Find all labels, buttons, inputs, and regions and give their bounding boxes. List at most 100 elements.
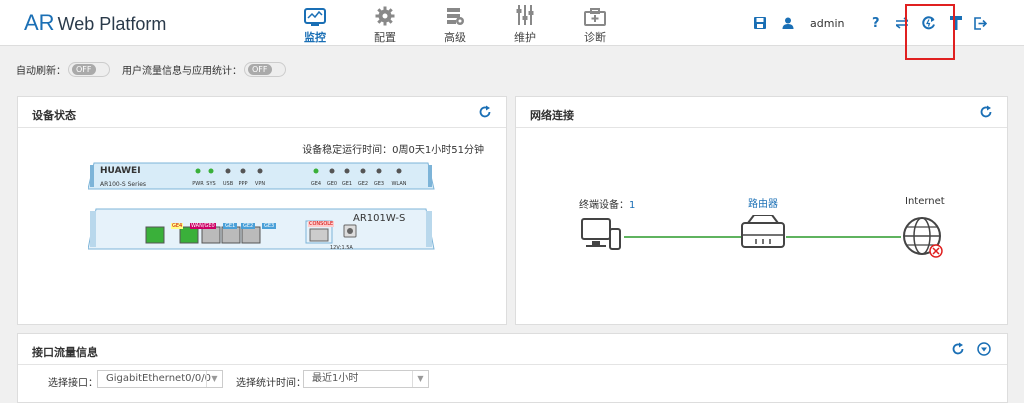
port-ge3[interactable] xyxy=(241,226,261,244)
terminal-label[interactable]: 终端设备：1 xyxy=(579,196,635,211)
led-vpn xyxy=(257,168,263,174)
help-icon[interactable]: ? xyxy=(872,13,880,33)
led-wlan xyxy=(396,168,402,174)
port-tag-ge4: GE4 xyxy=(171,223,184,229)
led-ge3 xyxy=(376,168,382,174)
nav-advanced-label: 高级 xyxy=(444,31,466,44)
router-series: AR100-S Series xyxy=(100,181,147,188)
header-tools: admin ? xyxy=(734,13,1024,33)
led-label-ge3: GE3 xyxy=(373,181,385,187)
monitor-icon xyxy=(280,4,350,26)
time-select[interactable]: 最近1小时 ▼ xyxy=(303,370,429,388)
nav-diagnose-label: 诊断 xyxy=(584,31,606,44)
auto-refresh-toggle[interactable]: OFF xyxy=(68,62,110,77)
gear-icon xyxy=(350,4,420,26)
chevron-down-icon: ▼ xyxy=(412,371,428,387)
nav-maintain[interactable]: 维护 xyxy=(490,4,560,45)
collapse-icon[interactable] xyxy=(977,342,991,356)
traffic-stats-label: 用户流量信息与应用统计： xyxy=(122,66,242,77)
led-pwr xyxy=(195,168,201,174)
led-ppp xyxy=(240,168,246,174)
admin-username[interactable]: admin xyxy=(810,13,844,33)
internet-globe-icon xyxy=(903,217,943,258)
device-status-panel: 设备状态 设备稳定运行时间：0周0天1小时51分钟 HUAWEI AR100-S… xyxy=(17,96,507,325)
router-model: AR101W-S xyxy=(353,213,406,224)
auto-refresh-state: OFF xyxy=(72,64,96,75)
interface-traffic-panel: 接口流量信息 选择接口： GigabitEthernet0/0/0 ▼ 选择统计… xyxy=(17,333,1008,403)
app-logo: AR Web Platform xyxy=(24,10,166,36)
router-brand: HUAWEI xyxy=(100,166,141,176)
nav-monitor-label: 监控 xyxy=(304,31,326,44)
led-ge1 xyxy=(344,168,350,174)
network-panel: 网络连接 终端设备：1 路由器 Internet xyxy=(515,96,1008,325)
refresh-icon[interactable] xyxy=(478,105,492,119)
user-icon xyxy=(782,13,794,33)
interface-traffic-title: 接口流量信息 xyxy=(32,346,98,359)
port-tag-ge1: GE1 xyxy=(223,223,238,229)
led-label-usb: USB xyxy=(222,181,234,187)
nav-monitor[interactable]: 监控 xyxy=(280,4,350,45)
led-label-ge4: GE4 xyxy=(310,181,322,187)
time-select-value: 最近1小时 xyxy=(312,373,359,384)
nav-advanced[interactable]: 高级 xyxy=(420,4,490,45)
led-label-ppp: PPP xyxy=(238,181,248,187)
main-nav: 监控 配置 高级 维护 诊断 xyxy=(280,4,630,45)
nav-maintain-label: 维护 xyxy=(514,31,536,44)
port-ge0[interactable] xyxy=(179,226,199,244)
advanced-icon xyxy=(420,4,490,26)
traffic-stats-state: OFF xyxy=(248,64,272,75)
iface-select-value: GigabitEthernet0/0/0 xyxy=(106,373,211,384)
topology-diagram xyxy=(581,215,943,258)
device-status-title: 设备状态 xyxy=(32,109,76,122)
led-ge0 xyxy=(329,168,335,174)
led-label-ge0: GE0 xyxy=(326,181,338,187)
nav-diagnose[interactable]: 诊断 xyxy=(560,4,630,45)
highlight-box xyxy=(905,4,955,60)
port-tag-wan: WAN/GE0 xyxy=(190,223,216,229)
iface-select[interactable]: GigabitEthernet0/0/0 ▼ xyxy=(97,370,223,388)
led-label-sys: SYS xyxy=(206,181,216,187)
toggle-row: 自动刷新： OFF 用户流量信息与应用统计： OFF xyxy=(16,62,298,77)
panel-divider xyxy=(18,364,1007,365)
router-icon[interactable] xyxy=(741,215,785,248)
logo-ar: AR xyxy=(24,10,55,35)
top-bar: AR Web Platform 监控 配置 高级 维护 诊断 admin ? xyxy=(0,0,1024,46)
panel-divider xyxy=(18,127,506,128)
save-icon[interactable] xyxy=(754,13,766,33)
led-label-ge2: GE2 xyxy=(357,181,369,187)
led-ge4 xyxy=(313,168,319,174)
sliders-icon xyxy=(490,4,560,26)
port-tag-ge2: GE2 xyxy=(241,223,256,229)
power-spec: 12V;1.5A xyxy=(330,245,353,251)
iface-label: 选择接口： xyxy=(48,378,98,389)
port-ge1[interactable] xyxy=(201,226,221,244)
terminal-device-icon[interactable] xyxy=(581,218,621,250)
nav-config[interactable]: 配置 xyxy=(350,4,420,45)
logo-text: Web Platform xyxy=(57,14,167,34)
led-label-wlan: WLAN xyxy=(391,181,407,187)
led-sys xyxy=(208,168,214,174)
port-ge2[interactable] xyxy=(221,226,241,244)
network-title: 网络连接 xyxy=(530,109,574,122)
led-ge2 xyxy=(360,168,366,174)
internet-label: Internet xyxy=(905,196,945,207)
uptime-text: 设备稳定运行时间：0周0天1小时51分钟 xyxy=(302,145,484,156)
led-label-vpn: VPN xyxy=(254,181,266,187)
refresh-icon[interactable] xyxy=(979,105,993,119)
terminal-count[interactable]: 1 xyxy=(629,200,635,211)
port-ge4[interactable] xyxy=(145,226,165,244)
panel-divider xyxy=(516,127,1007,128)
led-usb xyxy=(225,168,231,174)
port-tag-ge3: GE3 xyxy=(262,223,277,229)
led-label-ge1: GE1 xyxy=(341,181,353,187)
toolbox-icon xyxy=(560,4,630,26)
refresh-icon[interactable] xyxy=(951,342,965,356)
logout-icon[interactable] xyxy=(974,13,987,33)
router-label[interactable]: 路由器 xyxy=(748,195,778,210)
time-label: 选择统计时间： xyxy=(236,378,306,389)
chevron-down-icon: ▼ xyxy=(206,371,222,387)
console-tag: CONSOLE xyxy=(308,221,335,227)
led-label-pwr: PWR xyxy=(192,181,204,187)
auto-refresh-label: 自动刷新： xyxy=(16,66,66,77)
traffic-stats-toggle[interactable]: OFF xyxy=(244,62,286,77)
